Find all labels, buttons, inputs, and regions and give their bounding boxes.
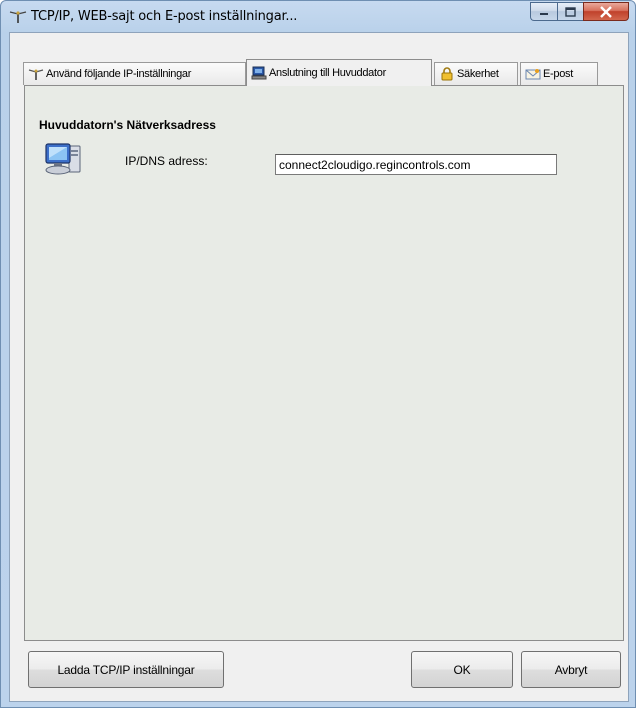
close-icon [600,5,612,18]
tab-security[interactable]: Säkerhet [434,62,518,85]
tab-label: Använd följande IP-inställningar [46,68,192,80]
close-button[interactable] [583,2,629,21]
tab-email[interactable]: E-post [520,62,598,85]
ip-dns-label: IP/DNS adress: [125,154,208,168]
ok-button[interactable]: OK [411,651,513,688]
section-title: Huvuddatorn's Nätverksadress [39,118,216,132]
maximize-icon [565,6,576,17]
window-title: TCP/IP, WEB-sajt och E-post inställninga… [31,9,298,24]
tab-label: Anslutning till Huvuddator [269,67,386,79]
minimize-icon [540,12,548,15]
envelope-icon [525,69,541,80]
network-antenna-icon [9,11,27,23]
minimize-button[interactable] [530,2,557,21]
maximize-button[interactable] [557,2,583,21]
padlock-icon [441,67,453,81]
title-bar[interactable]: TCP/IP, WEB-sajt och E-post inställninga… [1,1,635,31]
dialog-client-area: Använd följande IP-inställningar Anslutn… [9,32,629,702]
tab-ip-settings[interactable]: Använd följande IP-inställningar [23,62,246,85]
computer-icon [45,143,81,175]
tab-label: Säkerhet [457,68,499,80]
cancel-button[interactable]: Avbryt [521,651,621,688]
ip-dns-address-input[interactable] [275,154,557,175]
network-antenna-icon [28,69,44,80]
tab-label: E-post [543,68,573,80]
load-tcpip-settings-button[interactable]: Ladda TCP/IP inställningar [28,651,224,688]
tab-strip: Använd följande IP-inställningar Anslutn… [23,59,623,86]
caption-buttons [530,2,629,22]
computer-icon [251,66,267,80]
tab-host-connection[interactable]: Anslutning till Huvuddator [246,59,432,86]
tab-panel: Huvuddatorn's Nätverksadress IP/DNS adre… [24,85,624,641]
dialog-window: TCP/IP, WEB-sajt och E-post inställninga… [0,0,636,708]
